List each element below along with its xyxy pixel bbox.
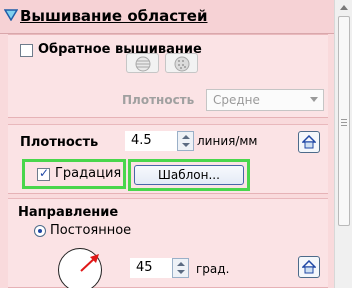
density-reset-button[interactable] [298,131,320,153]
density-spinner[interactable] [177,131,194,151]
density-unit: линия/мм [197,134,258,148]
home-icon [302,260,316,274]
density-select-value: Средне [213,93,260,107]
home-icon [302,135,316,149]
area-embroidery-panel: Вышивание областей Обратное вышивание Пл… [0,0,334,288]
vertical-scrollbar[interactable] [334,0,352,288]
angle-dial[interactable] [58,248,102,288]
dots-pattern-button[interactable] [165,53,198,73]
density-label: Плотность [20,135,99,150]
density-input[interactable]: 4.5 [125,131,177,151]
chevron-down-icon [310,97,318,102]
angle-input[interactable]: 45 [130,258,172,278]
panel-title: Вышивание областей [20,7,208,25]
stripes-pattern-icon [135,56,151,72]
scroll-up-icon[interactable] [340,5,348,10]
direction-label: Направление [18,205,119,220]
dots-pattern-icon [174,56,190,72]
stripes-pattern-button[interactable] [126,53,159,73]
angle-spinner[interactable] [172,258,189,278]
angle-unit: град. [196,262,230,276]
panel-header[interactable]: Вышивание областей [0,0,334,34]
template-button[interactable]: Шаблон... [134,165,244,185]
constant-radio-label: Постоянное [50,223,132,238]
density-small-label: Плотность [122,93,195,107]
constant-radio[interactable] [34,225,46,237]
arrow-icon [80,254,99,272]
reverse-checkbox[interactable] [20,44,33,57]
gradation-label: Градация [55,166,122,181]
reverse-section: Обратное вышивание Плотность Средне [8,34,328,118]
density-select[interactable]: Средне [206,89,324,111]
gradation-checkbox[interactable] [37,166,50,181]
triangle-down-icon[interactable] [4,9,18,21]
angle-reset-button[interactable] [298,256,320,278]
scroll-thumb[interactable] [338,16,350,226]
